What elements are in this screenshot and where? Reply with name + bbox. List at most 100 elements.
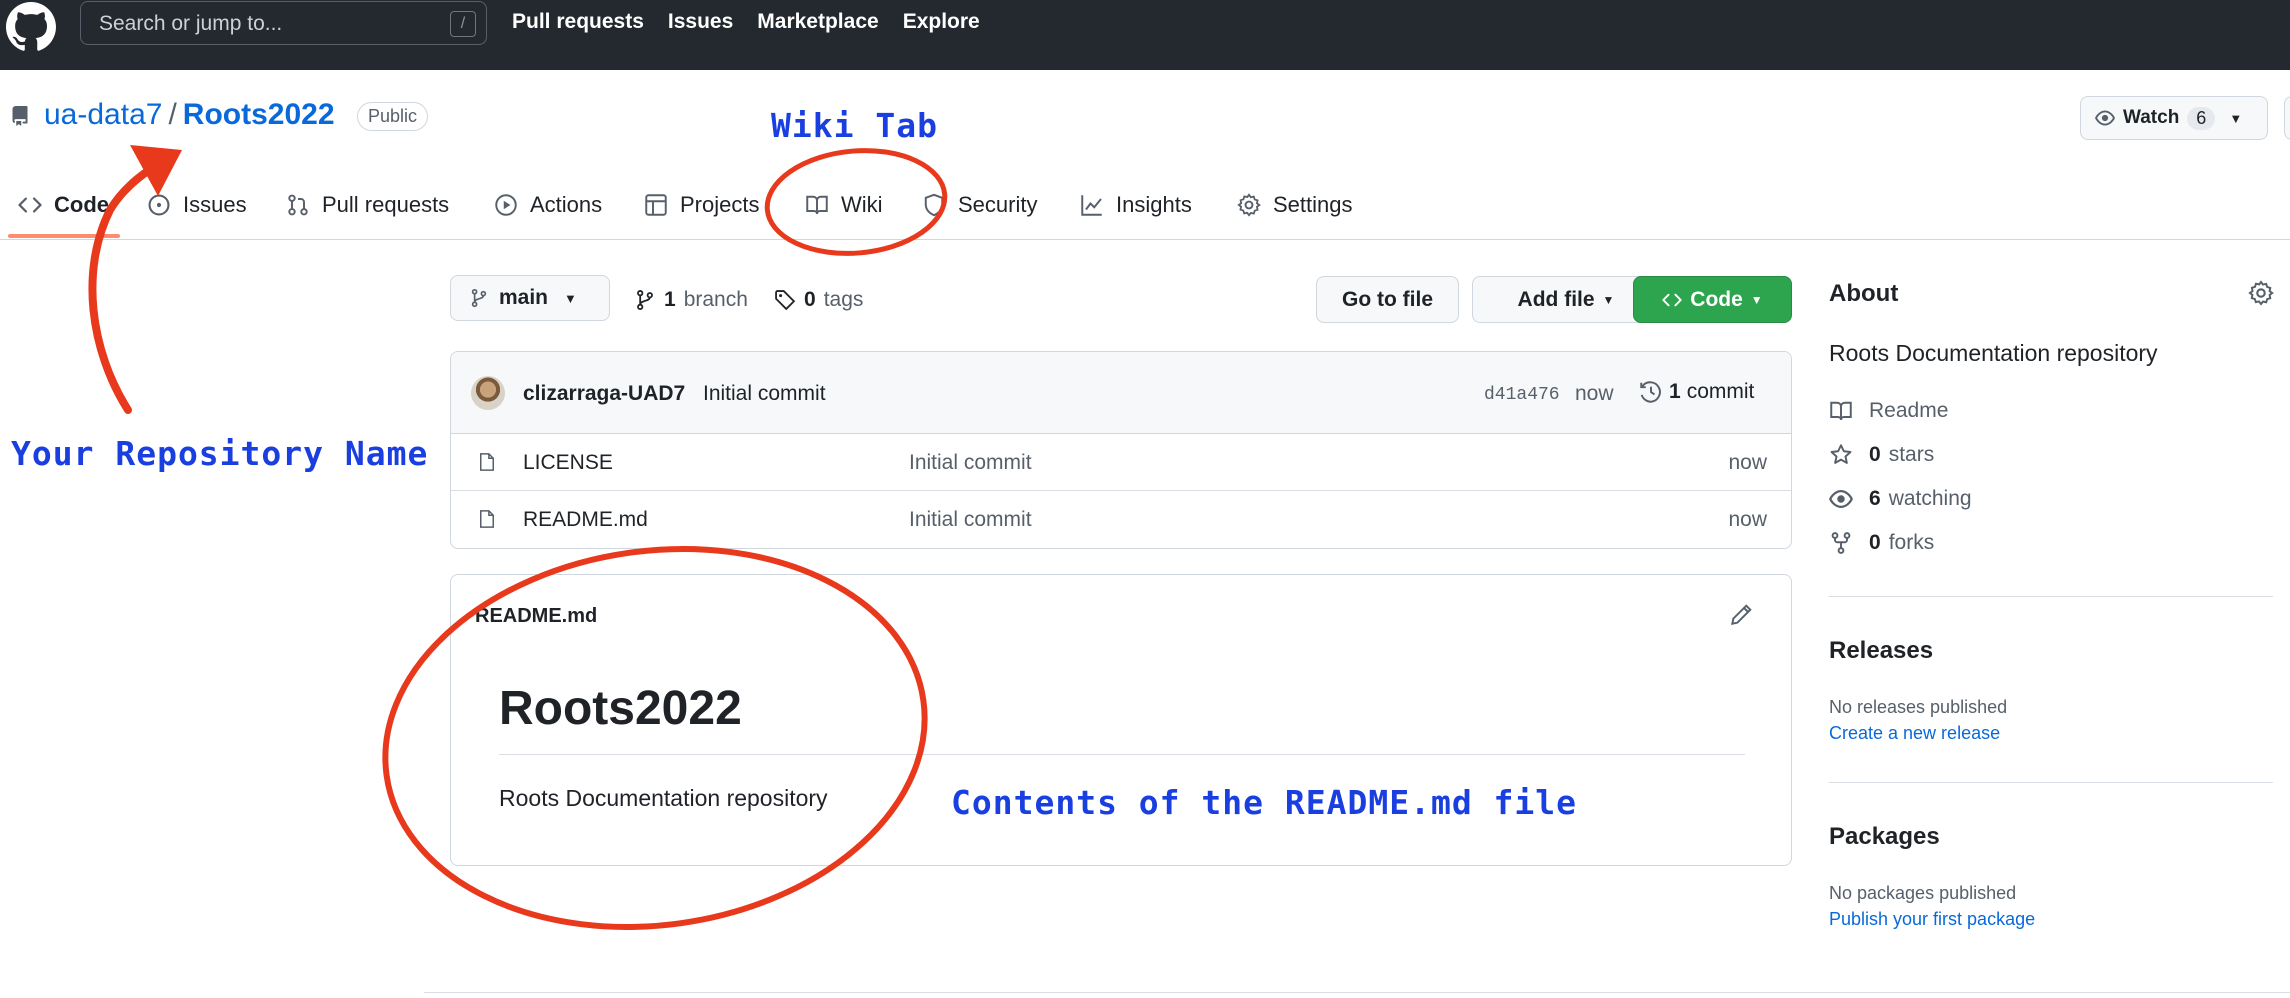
readme-body: Roots Documentation repository — [499, 785, 828, 811]
commit-sha[interactable]: d41a476 — [1484, 385, 1560, 405]
github-logo-icon[interactable] — [6, 2, 56, 52]
branch-count: 1 — [664, 288, 676, 311]
publish-package-link[interactable]: Publish your first package — [1829, 909, 2035, 930]
readme-link[interactable]: Readme — [1829, 399, 1948, 423]
file-row[interactable]: README.md Initial commit now — [451, 491, 1791, 548]
table-icon — [645, 194, 667, 216]
stars-link[interactable]: 0 stars — [1829, 443, 1934, 467]
readme-link-label: Readme — [1869, 399, 1949, 422]
tab-settings[interactable]: Settings — [1237, 192, 1353, 218]
annotation-readme-contents: Contents of the README.md file — [951, 783, 1578, 822]
file-commit-message[interactable]: Initial commit — [909, 451, 1032, 475]
tab-projects[interactable]: Projects — [644, 192, 759, 218]
create-release-link[interactable]: Create a new release — [1829, 723, 2000, 744]
nav-issues[interactable]: Issues — [668, 10, 733, 34]
gear-icon[interactable] — [2248, 280, 2274, 306]
file-row[interactable]: LICENSE Initial commit now — [451, 434, 1791, 491]
branch-name: main — [499, 286, 549, 309]
annotation-wiki-tab: Wiki Tab — [771, 106, 938, 145]
pull-request-icon — [288, 194, 308, 216]
tag-count: 0 — [804, 288, 816, 311]
star-icon — [1830, 444, 1852, 464]
search-input[interactable]: Search or jump to... / — [80, 1, 487, 45]
search-placeholder: Search or jump to... — [99, 12, 283, 35]
forks-label: forks — [1888, 531, 1935, 554]
avatar[interactable] — [471, 376, 505, 410]
nav-marketplace[interactable]: Marketplace — [757, 10, 878, 34]
watch-count: 6 — [2187, 106, 2216, 130]
tab-pull-requests[interactable]: Pull requests — [286, 192, 449, 218]
book-icon — [806, 195, 828, 215]
file-name[interactable]: LICENSE — [523, 451, 613, 475]
branches-link[interactable]: 1 branch — [634, 288, 748, 312]
tab-code[interactable]: Code — [18, 192, 109, 218]
shield-icon — [924, 193, 944, 217]
gear-icon — [1237, 193, 1261, 217]
global-nav: Pull requests Issues Marketplace Explore — [512, 10, 980, 34]
nav-explore[interactable]: Explore — [903, 10, 980, 34]
tab-insights[interactable]: Insights — [1080, 192, 1192, 218]
tab-issues-label: Issues — [183, 192, 247, 217]
book-icon — [1830, 401, 1852, 421]
watching-count: 6 — [1869, 487, 1881, 510]
code-button-label: Code — [1690, 287, 1743, 311]
latest-commit-row: clizarraga-UAD7 Initial commit d41a476 n… — [451, 352, 1791, 434]
file-name[interactable]: README.md — [523, 508, 648, 532]
commit-message[interactable]: Initial commit — [703, 382, 826, 406]
caret-down-icon: ▼ — [1602, 292, 1615, 307]
slash-shortcut-icon: / — [450, 11, 476, 37]
commit-history-link[interactable]: 1 commit — [1639, 380, 1754, 404]
repo-owner-link[interactable]: ua-data7 — [44, 98, 162, 132]
eye-icon — [1829, 490, 1853, 508]
repo-title: ua-data7 / Roots2022 — [44, 98, 335, 132]
issue-icon — [148, 194, 170, 216]
footer-divider — [424, 992, 2290, 993]
repo-separator: / — [168, 98, 177, 131]
add-file-button[interactable]: Add file ▼ — [1472, 276, 1660, 323]
watch-label: Watch — [2123, 107, 2180, 128]
branch-icon — [471, 288, 487, 308]
sidebar-divider — [1829, 782, 2273, 783]
nav-pull-requests[interactable]: Pull requests — [512, 10, 644, 34]
tab-settings-label: Settings — [1273, 192, 1353, 217]
watching-label: watching — [1888, 487, 1972, 510]
eye-icon — [2095, 110, 2115, 126]
packages-heading[interactable]: Packages — [1829, 823, 1940, 851]
fork-icon — [1831, 532, 1851, 554]
readme-heading: Roots2022 — [499, 682, 742, 735]
releases-heading[interactable]: Releases — [1829, 637, 1933, 665]
code-icon — [1662, 293, 1682, 306]
branch-select-button[interactable]: main ▼ — [450, 275, 610, 321]
file-icon — [480, 510, 494, 528]
go-to-file-button[interactable]: Go to file — [1316, 276, 1459, 323]
tab-pull-requests-label: Pull requests — [322, 192, 450, 217]
tab-actions[interactable]: Actions — [494, 192, 602, 218]
tab-insights-label: Insights — [1116, 192, 1192, 217]
tab-issues[interactable]: Issues — [147, 192, 247, 218]
watch-button[interactable]: Watch 6 ▼ — [2080, 96, 2268, 140]
code-button[interactable]: Code ▼ — [1633, 276, 1792, 323]
file-browser: clizarraga-UAD7 Initial commit d41a476 n… — [450, 351, 1792, 549]
tab-wiki[interactable]: Wiki — [805, 192, 883, 218]
tab-actions-label: Actions — [530, 192, 603, 217]
tab-wiki-label: Wiki — [841, 192, 883, 217]
about-description: Roots Documentation repository — [1829, 340, 2158, 366]
fork-button-edge[interactable] — [2284, 96, 2290, 140]
repo-icon — [12, 106, 28, 126]
commit-count: 1 — [1669, 380, 1681, 403]
pencil-icon[interactable] — [1729, 603, 1753, 627]
tag-icon — [775, 290, 796, 311]
forks-count: 0 — [1869, 531, 1881, 554]
readme-filename[interactable]: README.md — [475, 605, 597, 628]
graph-icon — [1081, 195, 1102, 216]
commit-author[interactable]: clizarraga-UAD7 — [523, 382, 685, 406]
forks-link[interactable]: 0 forks — [1829, 531, 1934, 555]
visibility-badge: Public — [357, 102, 429, 131]
watching-link[interactable]: 6 watching — [1829, 487, 1972, 511]
tab-projects-label: Projects — [680, 192, 760, 217]
tags-link[interactable]: 0 tags — [774, 288, 863, 312]
tab-security[interactable]: Security — [922, 192, 1037, 218]
repo-name-link[interactable]: Roots2022 — [183, 98, 335, 132]
file-commit-message[interactable]: Initial commit — [909, 508, 1032, 532]
releases-empty-text: No releases published — [1829, 697, 2008, 717]
